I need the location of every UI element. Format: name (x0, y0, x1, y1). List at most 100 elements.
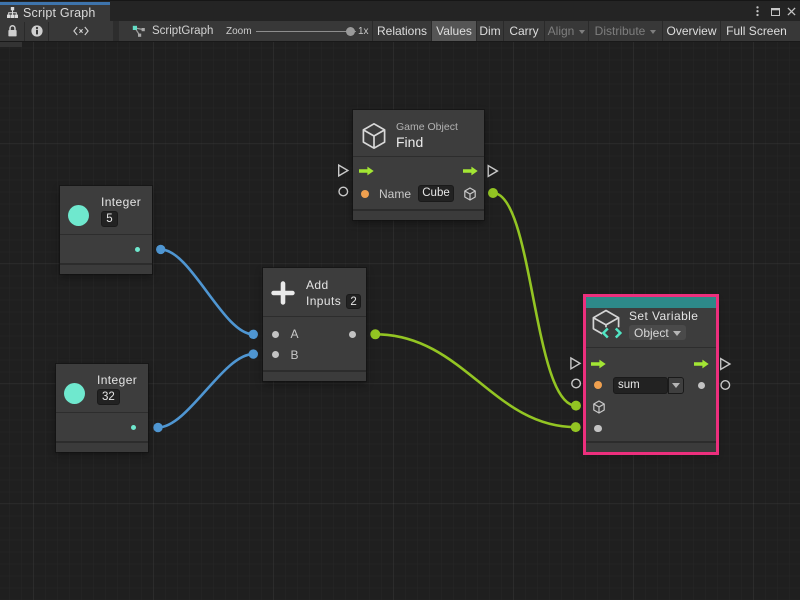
node-title: Add (306, 278, 361, 292)
port-knob-integer32-output[interactable] (153, 423, 162, 432)
graph-toolbar: ScriptGraph Zoom 1x Relations Values Dim… (0, 21, 800, 42)
game-object-cube-icon (361, 123, 387, 149)
add-output-port[interactable] (349, 331, 356, 338)
port-knob-add-output[interactable] (370, 329, 380, 339)
zoom-slider[interactable] (256, 31, 356, 32)
maximize-button[interactable] (761, 1, 785, 22)
kind-dropdown-arrow (673, 331, 681, 336)
variable-kind-bar (586, 297, 716, 308)
node-integer-5[interactable]: Integer 5 (60, 186, 152, 274)
dim-button[interactable]: Dim (476, 21, 503, 41)
distribute-button[interactable]: Distribute (588, 21, 662, 41)
flow-port-setvariable-exit[interactable] (721, 359, 730, 370)
port-knob-setvariable-value-input[interactable] (571, 422, 581, 432)
tab-title: Script Graph (23, 6, 96, 20)
add-input-a-port[interactable] (272, 331, 279, 338)
maximize-icon (771, 8, 780, 16)
node-surtitle: Game Object (396, 121, 458, 134)
game-object-type-icon (593, 400, 605, 414)
set-variable-icon (592, 309, 622, 339)
flow-port-setvariable-enter[interactable] (571, 358, 580, 369)
variable-name-field[interactable]: sum (613, 377, 668, 394)
port-label-b: B (291, 348, 299, 362)
inputs-count-field[interactable]: 2 (346, 294, 361, 309)
values-button[interactable]: Values (431, 21, 476, 41)
relations-button[interactable]: Relations (372, 21, 431, 41)
variable-name-dropdown[interactable] (668, 377, 684, 394)
zoom-label: Zoom (226, 26, 252, 37)
node-title: Find (396, 134, 458, 151)
lock-icon (7, 25, 18, 37)
zoom-value: 1x (358, 26, 369, 37)
graph-hierarchy-icon (7, 7, 18, 18)
node-title: Set Variable (629, 309, 698, 323)
integer-type-icon (68, 205, 89, 226)
name-value-field[interactable]: Cube (418, 185, 454, 202)
port-knob-add-input-b[interactable] (249, 349, 258, 358)
flow-out-arrow-icon (463, 166, 478, 176)
variable-name-input-port[interactable] (594, 381, 602, 389)
integer-value-field[interactable]: 5 (101, 211, 118, 227)
port-knob-find-output[interactable] (488, 188, 498, 198)
flow-port-find-exit[interactable] (488, 166, 497, 177)
flow-port-find-enter[interactable] (339, 165, 348, 176)
node-footer (60, 263, 152, 274)
code-view-button[interactable] (49, 21, 113, 41)
overview-button[interactable]: Overview (662, 21, 720, 41)
node-footer (56, 441, 148, 452)
value-port-setvariable-output[interactable] (721, 381, 730, 390)
integer-value-field[interactable]: 32 (97, 389, 120, 405)
value-port-find-name[interactable] (339, 187, 348, 196)
node-title: Integer (97, 373, 137, 387)
value-input-port[interactable] (594, 425, 602, 433)
node-footer (263, 370, 366, 381)
port-label-a: A (291, 327, 299, 341)
node-footer (586, 441, 716, 452)
node-gameobject-find[interactable]: Game Object Find Name Cube (353, 110, 484, 220)
setvariable-output-port[interactable] (698, 382, 705, 389)
name-input-port[interactable] (361, 190, 369, 198)
window-controls (749, 1, 800, 22)
port-knob-setvariable-object-input[interactable] (571, 401, 581, 411)
port-knob-add-input-a[interactable] (249, 330, 258, 339)
variable-kind-dropdown[interactable]: Object (629, 325, 686, 340)
wire-find-to-setvariable-object[interactable] (493, 193, 576, 406)
node-title: Integer (101, 195, 141, 209)
wire-integer32-to-add-b[interactable] (158, 354, 253, 427)
script-graph-window: Script Graph (0, 0, 800, 600)
code-icon (73, 26, 89, 36)
inspect-button[interactable] (25, 21, 48, 41)
window-menu-button[interactable] (749, 1, 761, 22)
add-input-b-port[interactable] (272, 351, 279, 358)
zoom-slider-handle[interactable] (346, 27, 355, 36)
node-set-variable[interactable]: Set Variable Object (586, 297, 716, 452)
align-button[interactable]: Align (544, 21, 588, 41)
fullscreen-button[interactable]: Full Screen (720, 21, 792, 41)
align-dropdown-arrow (579, 30, 585, 34)
integer-output-port[interactable] (135, 247, 141, 253)
node-add[interactable]: Add Inputs 2 A B (263, 268, 366, 381)
lock-button[interactable] (0, 21, 24, 41)
variable-kind-value: Object (634, 326, 669, 340)
kebab-menu-icon (756, 6, 759, 17)
name-dropdown-arrow (672, 383, 680, 388)
integer-type-icon (64, 383, 85, 404)
tab-script-graph[interactable]: Script Graph (0, 2, 110, 22)
graph-canvas[interactable]: Integer 5 Integer 32 (0, 42, 800, 600)
wire-integer5-to-add-a[interactable] (161, 249, 254, 334)
info-icon (31, 25, 43, 37)
node-integer-32[interactable]: Integer 32 (56, 364, 148, 452)
close-button[interactable] (785, 1, 797, 22)
value-port-setvariable-name[interactable] (572, 379, 581, 388)
breadcrumb-root[interactable]: ScriptGraph (132, 21, 232, 41)
wire-add-to-setvariable-value[interactable] (375, 334, 575, 427)
port-knob-integer5-output[interactable] (156, 245, 165, 254)
carry-button[interactable]: Carry (503, 21, 544, 41)
node-footer (353, 209, 484, 220)
flow-in-arrow-icon (359, 166, 374, 176)
integer-output-port[interactable] (131, 425, 137, 431)
inputs-label: Inputs (306, 294, 341, 308)
flow-in-arrow-icon (591, 359, 606, 369)
port-label-name: Name (379, 187, 411, 201)
close-icon (787, 7, 796, 16)
